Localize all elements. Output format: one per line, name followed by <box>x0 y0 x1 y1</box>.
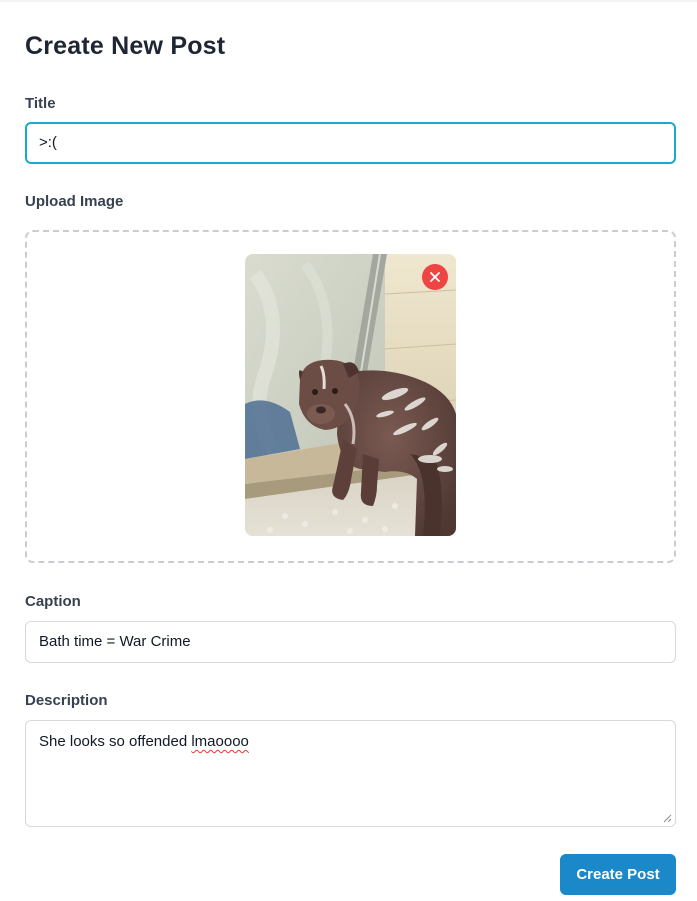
upload-image-label: Upload Image <box>25 193 124 210</box>
title-label: Title <box>25 95 56 112</box>
title-input[interactable]: >:( <box>25 122 676 164</box>
page-title: Create New Post <box>25 32 226 60</box>
dog-photo <box>245 254 456 536</box>
image-upload-dropzone[interactable] <box>25 230 676 563</box>
description-misspelled-word: lmaoooo <box>191 733 249 750</box>
description-textarea[interactable]: She looks so offended lmaoooo <box>25 720 676 827</box>
create-post-page: Create New Post Title >:( Upload Image C… <box>0 0 697 901</box>
caption-input-value: Bath time = War Crime <box>39 633 191 650</box>
create-post-button[interactable]: Create Post <box>560 854 676 895</box>
caption-input[interactable]: Bath time = War Crime <box>25 621 676 663</box>
image-preview <box>245 254 456 536</box>
description-text: She looks so offended <box>39 733 192 750</box>
caption-label: Caption <box>25 593 81 610</box>
remove-image-button[interactable] <box>422 264 448 290</box>
title-input-value: >:( <box>39 134 57 151</box>
description-label: Description <box>25 692 108 709</box>
resize-grip-icon[interactable] <box>663 814 672 823</box>
close-icon <box>430 272 440 282</box>
